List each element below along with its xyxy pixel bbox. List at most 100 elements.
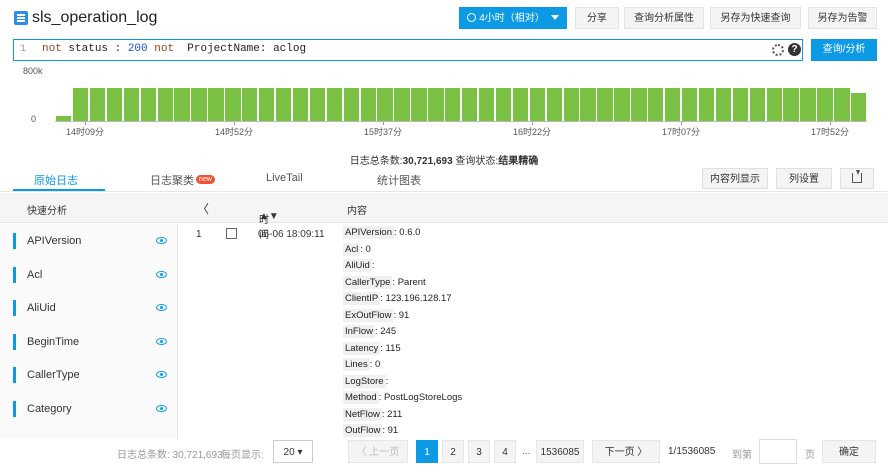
tab-log-cluster[interactable]: 日志聚类 new	[150, 172, 215, 188]
log-field-value[interactable]: : 0	[360, 244, 371, 255]
histogram-bar[interactable]	[766, 88, 782, 121]
histogram-bar[interactable]	[445, 88, 461, 121]
save-alert-button[interactable]: 另存为告警	[808, 7, 877, 29]
tab-livetail[interactable]: LiveTail	[266, 172, 303, 184]
collapse-sidebar-button[interactable]: 〈	[197, 200, 209, 217]
log-field-value[interactable]: : 211	[382, 409, 402, 420]
histogram-bar[interactable]	[309, 88, 326, 121]
log-field-value[interactable]: : 91	[393, 310, 409, 321]
log-field-key[interactable]: OutFlow	[343, 424, 383, 437]
histogram-bar[interactable]	[89, 88, 106, 121]
last-page-button[interactable]: 1536085	[536, 440, 584, 463]
log-field-key[interactable]: CallerType	[343, 275, 393, 289]
log-field-key[interactable]: APIVersion	[343, 226, 394, 239]
histogram-bar[interactable]	[478, 88, 495, 121]
histogram-bar[interactable]	[817, 88, 833, 121]
confirm-button[interactable]: 确定	[822, 440, 876, 463]
histogram-bar[interactable]	[563, 88, 579, 121]
histogram-bar[interactable]	[106, 88, 123, 121]
field-item[interactable]: CallerType	[13, 366, 173, 386]
histogram-bar[interactable]	[783, 88, 799, 121]
log-field-key[interactable]: ClientIP	[343, 292, 381, 305]
histogram-bar[interactable]	[208, 88, 224, 121]
share-button[interactable]: 分享	[575, 7, 619, 29]
page-button-4[interactable]: 4	[494, 440, 516, 463]
histogram-bar[interactable]	[56, 116, 72, 121]
gear-icon[interactable]	[772, 44, 784, 56]
histogram-bar[interactable]	[242, 88, 258, 121]
log-field-value[interactable]: : 115	[380, 343, 400, 354]
field-item[interactable]: BeginTime	[13, 333, 173, 353]
sort-icon[interactable]: ▲▼	[259, 211, 279, 222]
log-field-key[interactable]: AliUid	[343, 259, 372, 272]
field-item[interactable]: APIVersion	[13, 232, 173, 252]
histogram-bar[interactable]	[665, 88, 681, 121]
page-size-select[interactable]: 20 ▾	[273, 440, 313, 463]
histogram-bar[interactable]	[191, 88, 207, 121]
histogram-bar[interactable]	[512, 88, 529, 121]
log-field-key[interactable]: Lines	[343, 358, 370, 371]
eye-icon[interactable]	[156, 270, 167, 278]
log-field-value[interactable]: : 245	[375, 326, 396, 337]
histogram-bar[interactable]	[360, 88, 376, 121]
tab-stats-chart[interactable]: 统计图表	[377, 172, 421, 188]
histogram-bar[interactable]	[715, 88, 732, 121]
log-field-key[interactable]: NetFlow	[343, 407, 382, 421]
log-field-value[interactable]: :	[372, 260, 375, 271]
histogram-bar[interactable]	[648, 88, 664, 121]
histogram-bar[interactable]	[580, 88, 596, 121]
search-analyze-button[interactable]: 查询/分析	[811, 39, 877, 61]
context-view-icon[interactable]	[226, 228, 237, 239]
histogram-bar[interactable]	[394, 88, 410, 121]
log-field-key[interactable]: LogStore	[343, 374, 386, 388]
eye-icon[interactable]	[156, 304, 167, 311]
eye-icon[interactable]	[156, 371, 167, 378]
field-item[interactable]: Category	[13, 400, 173, 420]
histogram-bar[interactable]	[749, 88, 765, 121]
page-button-1[interactable]: 1	[416, 440, 438, 463]
field-item[interactable]: Acl	[13, 266, 173, 286]
histogram-bar[interactable]	[411, 88, 427, 121]
log-field-key[interactable]: InFlow	[343, 325, 375, 338]
log-field-key[interactable]: Acl	[343, 242, 361, 256]
histogram-bar[interactable]	[462, 88, 478, 121]
histogram-bar[interactable]	[529, 88, 546, 121]
histogram-bar[interactable]	[72, 88, 89, 121]
goto-page-input[interactable]	[759, 439, 797, 464]
download-button[interactable]	[840, 168, 874, 189]
histogram-bar[interactable]	[292, 88, 309, 121]
query-input[interactable]: 1 not status : 200 not ProjectName: aclo…	[13, 39, 803, 61]
tab-raw-logs[interactable]: 原始日志	[34, 172, 78, 188]
field-item[interactable]: AliUid	[13, 299, 173, 319]
histogram-bar[interactable]	[834, 88, 850, 121]
column-settings-button[interactable]: 列设置	[776, 168, 832, 189]
histogram-bar[interactable]	[546, 88, 562, 121]
histogram-bar[interactable]	[631, 88, 647, 121]
log-field-key[interactable]: Latency	[343, 341, 381, 355]
query-properties-button[interactable]: 查询分析属性	[624, 7, 704, 29]
histogram-bar[interactable]	[681, 88, 698, 121]
histogram-bar[interactable]	[732, 88, 749, 121]
log-field-value[interactable]: : Parent	[392, 277, 425, 288]
next-page-button[interactable]: 下一页 〉	[592, 440, 660, 463]
log-field-value[interactable]: : 0	[370, 359, 381, 370]
histogram-bar[interactable]	[157, 88, 173, 121]
histogram-bar[interactable]	[326, 88, 343, 121]
histogram-bar[interactable]	[377, 88, 393, 121]
help-icon[interactable]: ?	[788, 43, 801, 56]
log-field-value[interactable]: : 123.196.128.17	[380, 293, 451, 304]
histogram-bar[interactable]	[698, 88, 715, 121]
eye-icon[interactable]	[156, 237, 167, 244]
eye-icon[interactable]	[156, 404, 167, 412]
histogram-bar[interactable]	[259, 88, 275, 121]
log-field-key[interactable]: ExOutFlow	[343, 308, 394, 322]
histogram-bar[interactable]	[851, 93, 867, 121]
histogram-bar[interactable]	[495, 88, 512, 121]
query-text[interactable]: not status : 200 not ProjectName: aclog	[42, 43, 306, 55]
log-field-value[interactable]: : 0.6.0	[394, 227, 420, 238]
column-display-button[interactable]: 内容列显示	[702, 168, 768, 189]
histogram-bar[interactable]	[597, 88, 613, 121]
histogram-bar[interactable]	[614, 88, 630, 121]
time-range-button[interactable]: 4小时（相对）	[459, 7, 567, 29]
histogram-bar[interactable]	[140, 88, 156, 121]
